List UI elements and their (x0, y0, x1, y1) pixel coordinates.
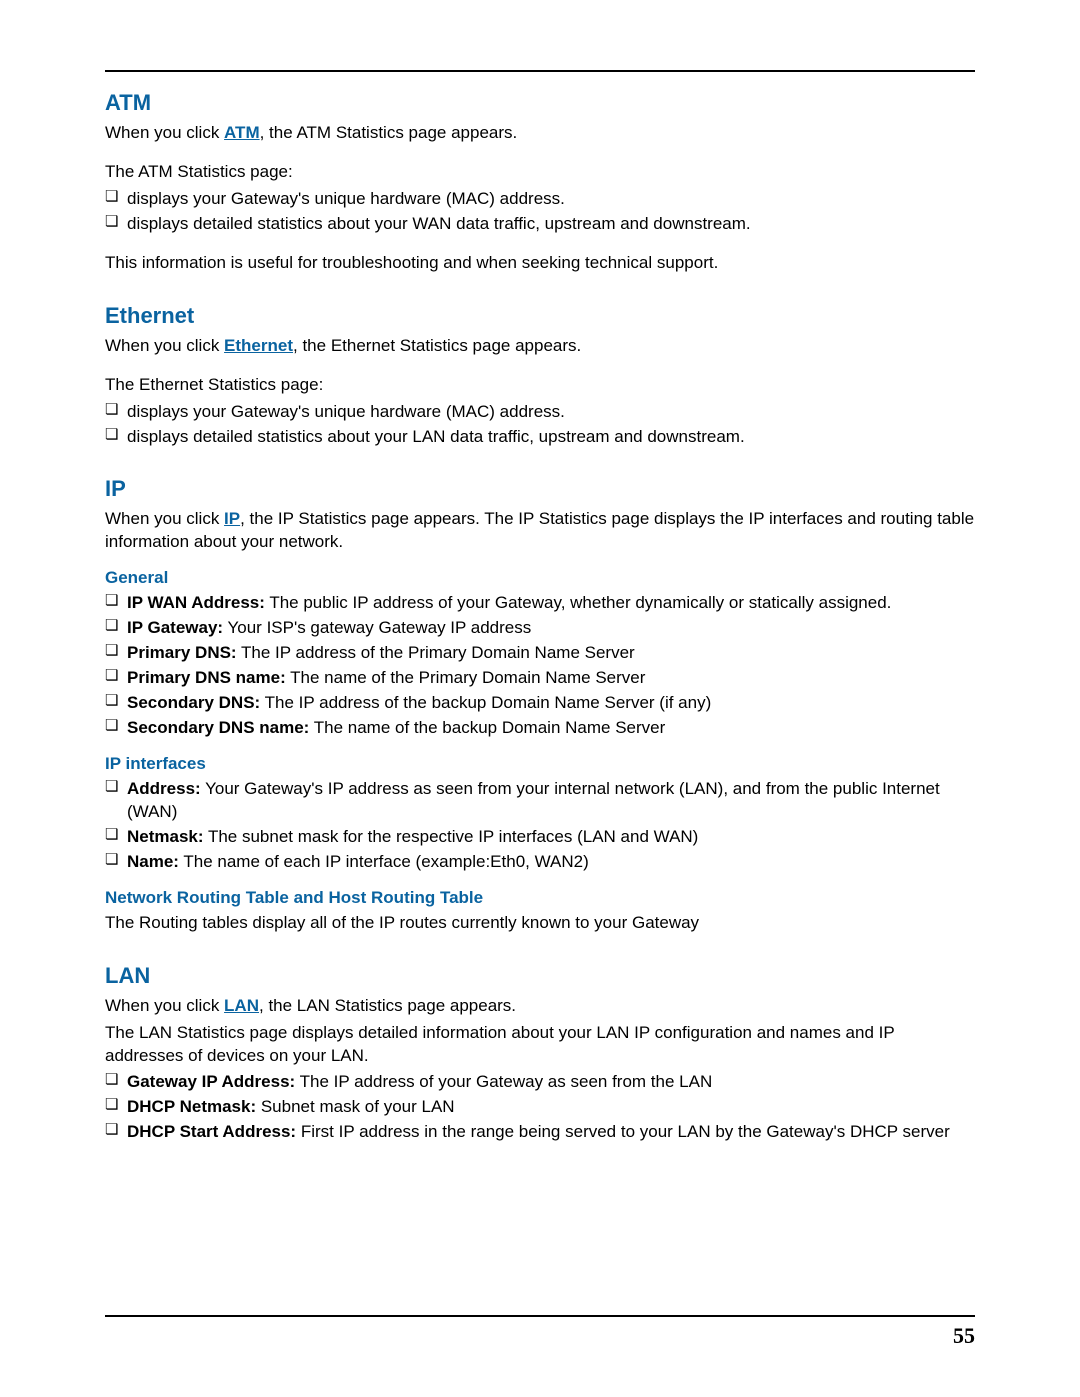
desc: Your Gateway's IP address as seen from y… (127, 779, 940, 821)
subheading-routing: Network Routing Table and Host Routing T… (105, 888, 975, 908)
atm-lead: The ATM Statistics page: (105, 161, 975, 184)
heading-atm: ATM (105, 90, 975, 116)
link-lan[interactable]: LAN (224, 996, 259, 1015)
ip-intro: When you click IP, the IP Statistics pag… (105, 508, 975, 554)
list-item: DHCP Start Address: First IP address in … (105, 1121, 975, 1144)
list-item: DHCP Netmask: Subnet mask of your LAN (105, 1096, 975, 1119)
list-item: displays your Gateway's unique hardware … (105, 401, 975, 424)
term: Secondary DNS: (127, 693, 260, 712)
text-fragment: , the Ethernet Statistics page appears. (293, 336, 581, 355)
ethernet-intro: When you click Ethernet, the Ethernet St… (105, 335, 975, 358)
term: Address: (127, 779, 201, 798)
ip-general-list: IP WAN Address: The public IP address of… (105, 592, 975, 740)
page-number: 55 (953, 1323, 975, 1349)
desc: Your ISP's gateway Gateway IP address (223, 618, 531, 637)
atm-tail: This information is useful for troublesh… (105, 252, 975, 275)
term: Secondary DNS name: (127, 718, 309, 737)
text-fragment: , the ATM Statistics page appears. (260, 123, 518, 142)
term: DHCP Start Address: (127, 1122, 296, 1141)
list-item: Gateway IP Address: The IP address of yo… (105, 1071, 975, 1094)
routing-body: The Routing tables display all of the IP… (105, 912, 975, 935)
term: IP WAN Address: (127, 593, 265, 612)
text-fragment: When you click (105, 336, 224, 355)
heading-ethernet: Ethernet (105, 303, 975, 329)
list-item: Name: The name of each IP interface (exa… (105, 851, 975, 874)
term: Primary DNS: (127, 643, 237, 662)
text-fragment: When you click (105, 996, 224, 1015)
link-ip[interactable]: IP (224, 509, 240, 528)
list-item: IP Gateway: Your ISP's gateway Gateway I… (105, 617, 975, 640)
lan-intro: When you click LAN, the LAN Statistics p… (105, 995, 975, 1018)
list-item: displays detailed statistics about your … (105, 426, 975, 449)
desc: The name of each IP interface (example:E… (179, 852, 589, 871)
list-item: Address: Your Gateway's IP address as se… (105, 778, 975, 824)
atm-bullets: displays your Gateway's unique hardware … (105, 188, 975, 236)
link-atm[interactable]: ATM (224, 123, 260, 142)
lan-list: Gateway IP Address: The IP address of yo… (105, 1071, 975, 1144)
desc: The subnet mask for the respective IP in… (204, 827, 699, 846)
text-fragment: When you click (105, 123, 224, 142)
list-item: Secondary DNS: The IP address of the bac… (105, 692, 975, 715)
list-item: IP WAN Address: The public IP address of… (105, 592, 975, 615)
subheading-general: General (105, 568, 975, 588)
term: IP Gateway: (127, 618, 223, 637)
lan-body: The LAN Statistics page displays detaile… (105, 1022, 975, 1068)
ethernet-lead: The Ethernet Statistics page: (105, 374, 975, 397)
term: Gateway IP Address: (127, 1072, 295, 1091)
heading-ip: IP (105, 476, 975, 502)
list-item: Secondary DNS name: The name of the back… (105, 717, 975, 740)
desc: The IP address of the backup Domain Name… (260, 693, 711, 712)
list-item: Primary DNS name: The name of the Primar… (105, 667, 975, 690)
list-item: displays your Gateway's unique hardware … (105, 188, 975, 211)
text-fragment: When you click (105, 509, 224, 528)
term: Name: (127, 852, 179, 871)
atm-intro: When you click ATM, the ATM Statistics p… (105, 122, 975, 145)
document-page: ATM When you click ATM, the ATM Statisti… (0, 0, 1080, 1397)
list-item: Primary DNS: The IP address of the Prima… (105, 642, 975, 665)
desc: The IP address of the Primary Domain Nam… (237, 643, 635, 662)
subheading-ip-interfaces: IP interfaces (105, 754, 975, 774)
ethernet-bullets: displays your Gateway's unique hardware … (105, 401, 975, 449)
link-ethernet[interactable]: Ethernet (224, 336, 293, 355)
desc: The IP address of your Gateway as seen f… (295, 1072, 712, 1091)
list-item: Netmask: The subnet mask for the respect… (105, 826, 975, 849)
desc: Subnet mask of your LAN (256, 1097, 454, 1116)
desc: The public IP address of your Gateway, w… (265, 593, 891, 612)
desc: The name of the backup Domain Name Serve… (309, 718, 665, 737)
ip-interfaces-list: Address: Your Gateway's IP address as se… (105, 778, 975, 874)
list-item: displays detailed statistics about your … (105, 213, 975, 236)
text-fragment: , the LAN Statistics page appears. (259, 996, 516, 1015)
term: Netmask: (127, 827, 204, 846)
desc: The name of the Primary Domain Name Serv… (286, 668, 646, 687)
term: Primary DNS name: (127, 668, 286, 687)
desc: First IP address in the range being serv… (296, 1122, 950, 1141)
heading-lan: LAN (105, 963, 975, 989)
top-rule (105, 70, 975, 72)
term: DHCP Netmask: (127, 1097, 256, 1116)
bottom-rule (105, 1315, 975, 1317)
